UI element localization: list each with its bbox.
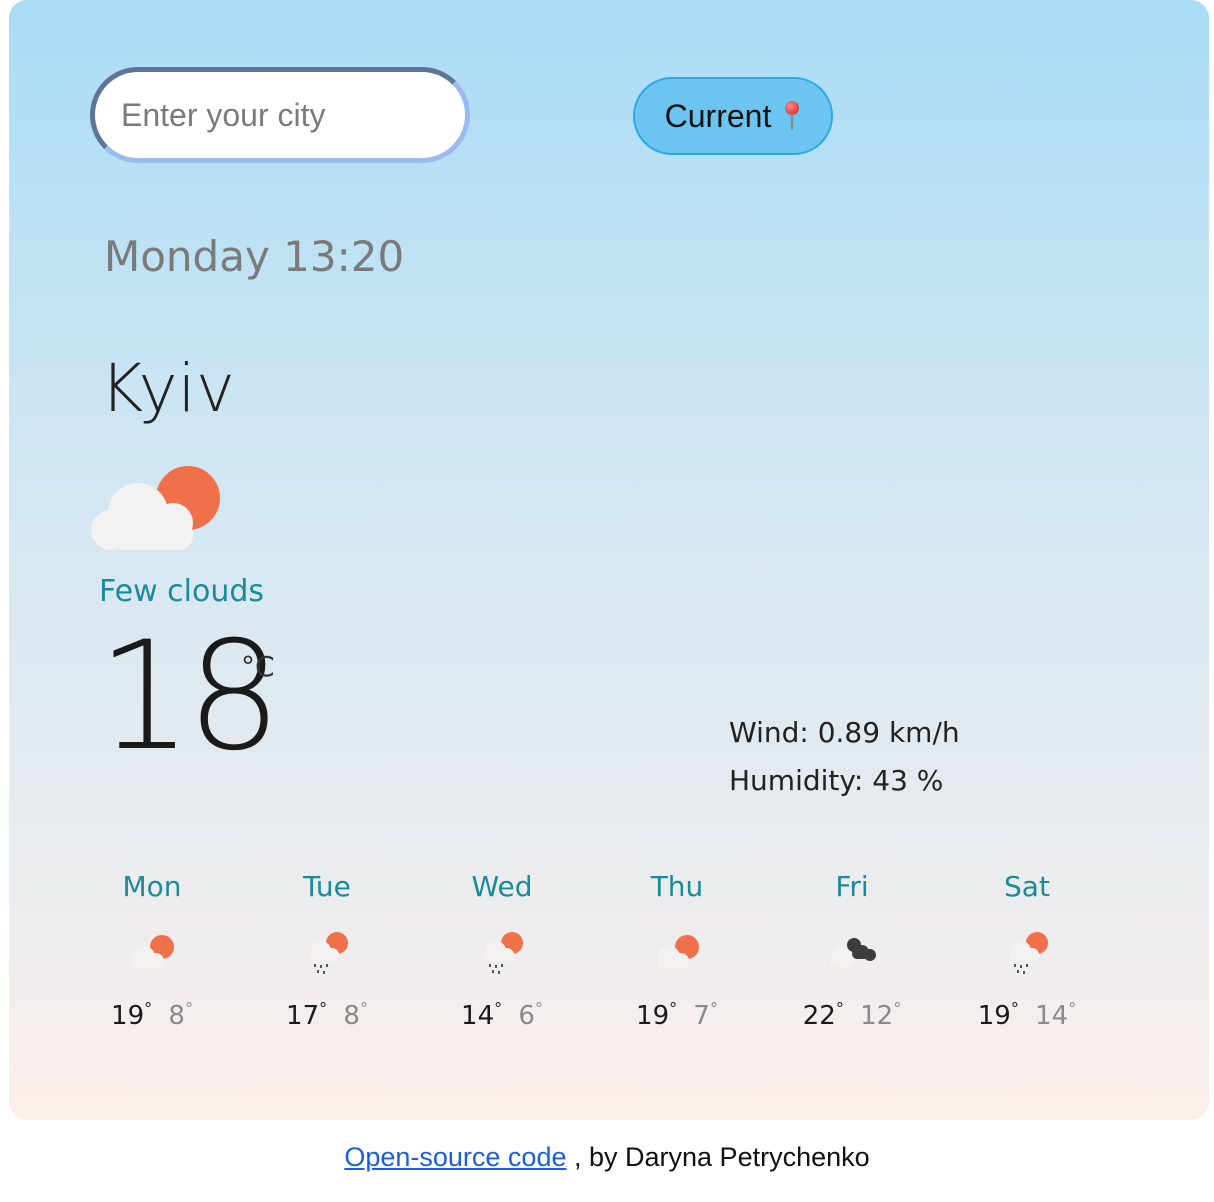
- forecast-max: 19°: [111, 999, 153, 1031]
- dark-clouds-icon: [830, 938, 876, 967]
- current-location-button[interactable]: Current: [633, 77, 833, 155]
- source-code-link[interactable]: Open-source code: [344, 1142, 566, 1172]
- forecast-max: 17°: [286, 999, 328, 1031]
- weather-description: Few clouds: [99, 574, 265, 609]
- rain-sun-icon: [310, 932, 348, 974]
- few-clouds-icon: [91, 466, 220, 550]
- forecast-temps: 14° 6°: [414, 999, 590, 1031]
- current-datetime: Monday 13:20: [104, 232, 405, 281]
- forecast-day-name: Mon: [122, 870, 182, 903]
- forecast-min: 12°: [860, 999, 902, 1031]
- forecast-day: Tue 17° 8°: [239, 870, 415, 1031]
- forecast-temps: 17° 8°: [239, 999, 415, 1031]
- author-credit: , by Daryna Petrychenko: [574, 1142, 870, 1172]
- rain-sun-icon: [1010, 932, 1048, 974]
- forecast-day: Sat 19° 14°: [939, 870, 1115, 1031]
- forecast-day-name: Tue: [303, 870, 351, 903]
- forecast-temps: 19° 7°: [589, 999, 765, 1031]
- pin-icon: [783, 99, 801, 133]
- footer: Open-source code , by Daryna Petrychenko: [0, 1142, 1214, 1173]
- forecast-max: 14°: [461, 999, 503, 1031]
- forecast-day-name: Thu: [650, 870, 704, 903]
- city-search-input[interactable]: [119, 95, 443, 135]
- forecast-min: 8°: [168, 999, 193, 1031]
- forecast-max: 19°: [977, 999, 1019, 1031]
- forecast-day: Wed 14° 6°: [414, 870, 590, 1031]
- current-button-label: Current: [664, 97, 772, 134]
- forecast-min: 7°: [693, 999, 718, 1031]
- forecast-day-name: Wed: [471, 870, 533, 903]
- forecast-max: 22°: [802, 999, 844, 1031]
- forecast-row: Mon 19° 8° Tue 17° 8° Wed 14° 6° Thu 19°…: [64, 870, 1124, 1050]
- current-temperature: 18: [97, 610, 282, 784]
- forecast-max: 19°: [636, 999, 678, 1031]
- forecast-day-name: Sat: [1004, 870, 1050, 903]
- temperature-unit: °C: [241, 650, 275, 683]
- forecast-day-name: Fri: [835, 870, 869, 903]
- forecast-min: 8°: [343, 999, 368, 1031]
- forecast-temps: 22° 12°: [764, 999, 940, 1031]
- city-name: Kyiv: [100, 350, 235, 427]
- forecast-day: Fri 22° 12°: [764, 870, 940, 1031]
- weather-card: Current Monday 13:20 Kyiv Few clouds 18 …: [9, 0, 1209, 1120]
- forecast-day: Thu 19° 7°: [589, 870, 765, 1031]
- forecast-temps: 19° 8°: [64, 999, 240, 1031]
- forecast-day: Mon 19° 8°: [64, 870, 240, 1031]
- few-clouds-icon: [657, 935, 699, 969]
- rain-sun-icon: [485, 932, 523, 974]
- few-clouds-icon: [132, 935, 174, 969]
- humidity: Humidity: 43 %: [729, 764, 944, 797]
- forecast-temps: 19° 14°: [939, 999, 1115, 1031]
- wind-speed: Wind: 0.89 km/h: [729, 716, 960, 749]
- forecast-min: 6°: [518, 999, 543, 1031]
- city-search-box[interactable]: [90, 67, 470, 163]
- forecast-min: 14°: [1035, 999, 1077, 1031]
